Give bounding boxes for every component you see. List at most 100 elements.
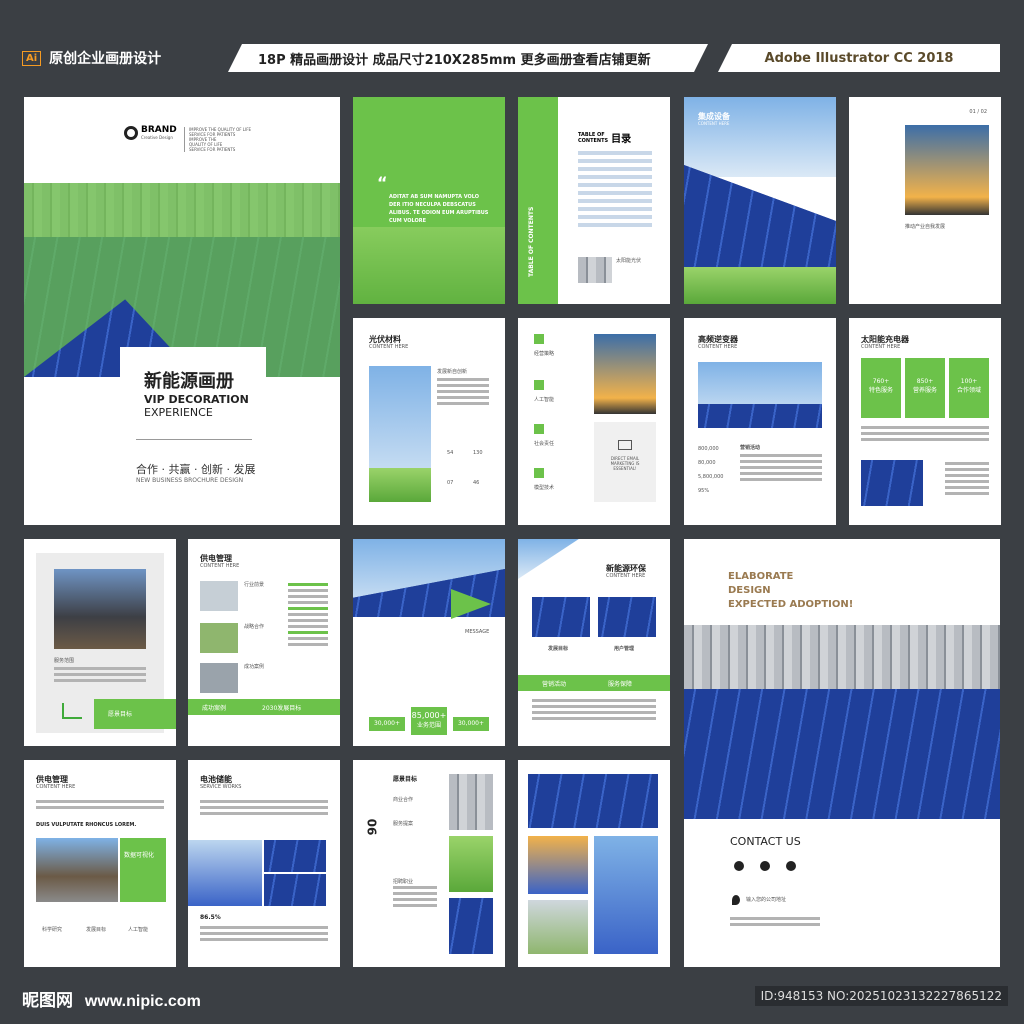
inverter-text <box>740 454 822 484</box>
box-3-value: 100+ <box>960 378 978 385</box>
equipment-page: 集成设备 CONTENT HERE <box>684 97 836 304</box>
supply-img-3 <box>200 663 238 693</box>
tag-5: SERVICE FOR PATIENTS <box>189 147 236 152</box>
page-number: 01 / 02 <box>969 109 987 115</box>
house-page: 服务范围 愿景目标 <box>24 539 176 746</box>
brand-sub: Creative Design <box>141 135 173 140</box>
message-stat-2: 85,000+ 业务范围 <box>411 707 447 735</box>
pv-section: 发展新自创新 <box>437 369 468 375</box>
supply2-page: 供电管理 CONTENT HERE DUIS VULPUTATE RHONCUS… <box>24 760 176 967</box>
supply2-headline: DUIS VULPUTATE RHONCUS LOREM. <box>36 822 137 828</box>
battery-sub: SERVICE WORKS <box>200 784 242 790</box>
toc-side <box>518 97 558 304</box>
supply2-badge <box>120 838 166 902</box>
cover-slogan-en: NEW BUSINESS BROCHURE DESIGN <box>136 477 244 484</box>
quote-page: “ ADITAT AB SUM NAMUPTA VOLO DER ITIO NE… <box>353 97 505 304</box>
footer-url: www.nipic.com <box>84 993 201 1010</box>
supply2-image <box>36 838 118 902</box>
supply-item-3: 成功案例 <box>244 664 265 670</box>
ai-badge: Ai <box>22 50 42 66</box>
house-caption: 服务范围 <box>54 658 75 664</box>
box-1-label: 特色服务 <box>868 387 893 394</box>
envelope-icon <box>618 440 632 450</box>
box-3-label: 合作领域 <box>956 387 981 394</box>
charger-box-1: 760+ 特色服务 <box>861 358 901 418</box>
tower-caption: 推动产业自我发展 <box>905 224 946 230</box>
footer-id: ID:948153 NO:20251023132227865122 <box>754 986 1008 1006</box>
tower-image <box>905 125 989 215</box>
location-icon <box>732 895 740 905</box>
brand-logo: BRAND Creative Design <box>124 125 177 140</box>
wechat-icon <box>786 861 796 871</box>
eco-green-band <box>518 675 670 691</box>
strategy-marker-1 <box>534 334 544 344</box>
vision-img-1 <box>449 774 493 830</box>
email-text: DIRECT EMAIL MARKETING IS ESSENTIAL! <box>610 456 640 471</box>
charger-page: 太阳能充电器 CONTENT HERE 760+ 特色服务 850+ 营养服务 10… <box>849 318 1001 525</box>
cover-page: BRAND Creative Design IMPROVE THE QUALIT… <box>24 97 340 525</box>
battery-worker-image <box>188 840 262 906</box>
vision-img-3 <box>449 898 493 954</box>
eco-label-3: 营销活动 <box>542 681 567 688</box>
eco-text <box>532 699 656 723</box>
message-stat-3: 30,000+ <box>453 717 489 731</box>
cover-title-en1: VIP DECORATION <box>144 393 249 406</box>
toc-list <box>578 151 652 231</box>
charger-list <box>945 462 989 498</box>
supply-lines <box>288 583 328 649</box>
box-1-value: 760+ <box>872 378 890 385</box>
quote-text: ADITAT AB SUM NAMUPTA VOLO DER ITIO NECU… <box>389 194 489 224</box>
strategy-tower-image <box>594 334 656 414</box>
brand-tags: IMPROVE THE QUALITY OF LIFE SERVICE FOR … <box>184 127 251 152</box>
message-center-label: 业务范围 <box>416 722 441 729</box>
pv-sub: CONTENT HERE <box>369 344 409 350</box>
supply-img-1 <box>200 581 238 611</box>
battery-img-1 <box>264 840 326 872</box>
supply2-sub: CONTENT HERE <box>36 784 76 790</box>
eco-label-4: 服务保障 <box>608 681 633 688</box>
box-2-label: 营养服务 <box>912 387 937 394</box>
pv-stat-2: 130 <box>473 450 483 456</box>
supply-img-2 <box>200 623 238 653</box>
pv-stat-4: 46 <box>473 480 480 486</box>
supply-item-2: 战略合作 <box>244 624 265 630</box>
vision-title: 愿景目标 <box>393 776 418 783</box>
contact-text <box>730 917 820 929</box>
supply2-icon-1: 科学研究 <box>42 927 63 933</box>
supply2-icon-3: 人工智能 <box>128 927 149 933</box>
email-box: DIRECT EMAIL MARKETING IS ESSENTIAL! <box>594 422 656 502</box>
pv-stat-3: 07 <box>447 480 454 486</box>
adopt-line-2: DESIGN <box>728 585 771 596</box>
gallery-img-1 <box>528 774 658 828</box>
eco-label-1: 发展目标 <box>548 646 569 652</box>
contact-solar-image <box>684 689 1000 819</box>
battery-page: 电池储能 SERVICE WORKS 86.5% <box>188 760 340 967</box>
gallery-img-3 <box>594 836 658 954</box>
contact-heading: CONTACT US <box>730 835 801 848</box>
contact-address: 输入您的公司地址 <box>746 897 787 903</box>
chart-icon <box>62 703 82 719</box>
toc-cn: 目录 <box>611 134 632 145</box>
brand-q-icon <box>124 125 138 140</box>
strategy-label-3: 社会责任 <box>534 441 555 447</box>
eco-img-1 <box>532 597 590 637</box>
toc-en: TABLE OF CONTENTS <box>578 132 609 144</box>
toc-page: TABLE OF CONTENTS TABLE OF CONTENTS 目录 太… <box>518 97 670 304</box>
left-title: 原创企业画册设计 <box>49 51 162 67</box>
right-title: Adobe Illustrator CC 2018 <box>764 50 954 66</box>
tower-page: 01 / 02 推动产业自我发展 <box>849 97 1001 304</box>
pv-material-page: 光伏材料 CONTENT HERE 发展新自创新 54 130 07 46 <box>353 318 505 525</box>
vision-sub-2: 服务提案 <box>393 821 414 827</box>
center-title: 18P 精品画册设计 成品尺寸210X285mm 更多画册查看店铺更新 <box>258 52 651 68</box>
gallery-img-4 <box>528 900 588 954</box>
supply2-icon-2: 发展目标 <box>86 927 107 933</box>
vision-text <box>393 886 437 910</box>
inverter-panels <box>698 404 822 428</box>
vision-number: 06 <box>364 818 379 836</box>
inverter-sec: 营销活动 <box>740 445 761 451</box>
eco-sub: CONTENT HERE <box>606 573 646 579</box>
footer-logo: 昵图网 www.nipic.com <box>22 986 201 1011</box>
adopt-line-1: ELABORATE <box>728 571 794 582</box>
header-right: Adobe Illustrator CC 2018 <box>718 44 1000 72</box>
equipment-sub: CONTENT HERE <box>698 121 730 126</box>
